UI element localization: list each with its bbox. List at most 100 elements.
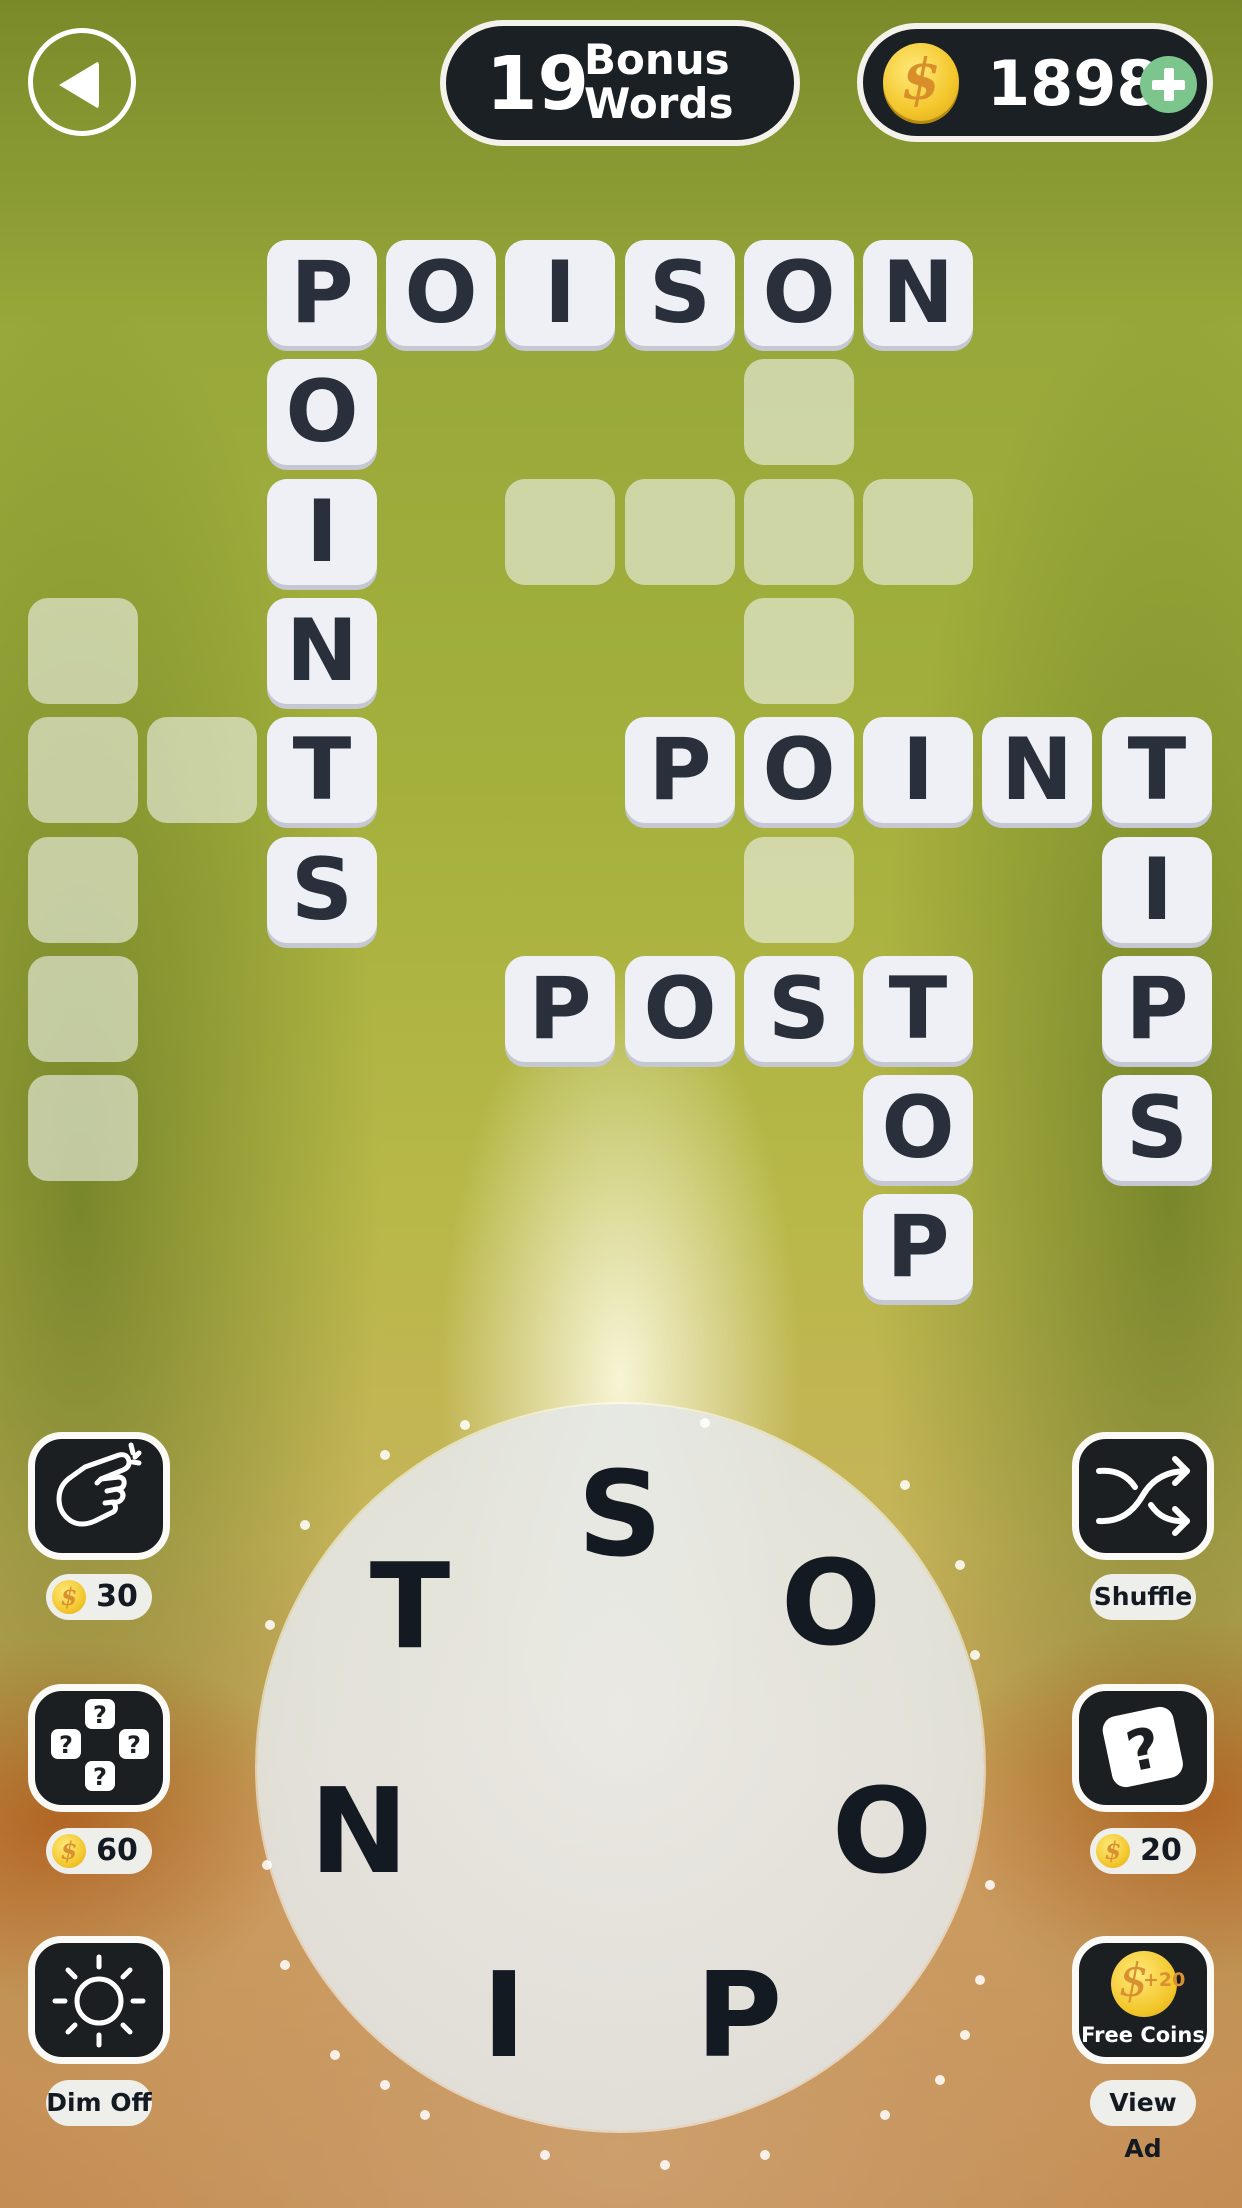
shuffle-icon bbox=[1096, 1456, 1190, 1536]
grid-tile-empty bbox=[28, 837, 138, 943]
grid-tile-letter: P bbox=[505, 956, 615, 1062]
free-coins-label: Free Coins bbox=[1081, 2023, 1205, 2047]
add-coins-button[interactable] bbox=[1140, 56, 1197, 113]
sparkle-dot bbox=[955, 1560, 965, 1570]
back-button[interactable] bbox=[28, 28, 136, 136]
sun-icon bbox=[52, 1954, 146, 2048]
wheel-letter[interactable]: O bbox=[771, 1543, 891, 1663]
reveal-letter-cost: 20 bbox=[1140, 1833, 1182, 1868]
coin-balance: $ 1898 bbox=[857, 23, 1213, 142]
reveal-letter-cost-badge: 20 bbox=[1090, 1828, 1196, 1874]
back-arrow-icon bbox=[59, 61, 99, 109]
grid-tile-letter: P bbox=[625, 717, 735, 823]
grid-tile-letter: I bbox=[863, 717, 973, 823]
grid-tile-letter: S bbox=[625, 240, 735, 346]
tap-finger-icon bbox=[56, 1442, 142, 1527]
grid-tile-letter: O bbox=[625, 956, 735, 1062]
bonus-label-line1: Bonus bbox=[584, 35, 730, 84]
grid-tile-empty bbox=[744, 359, 854, 465]
coin-value: 1898 bbox=[987, 47, 1160, 120]
wheel-letter[interactable]: T bbox=[350, 1546, 470, 1666]
hint-finger-button[interactable] bbox=[28, 1432, 170, 1560]
grid-tile-empty bbox=[744, 479, 854, 585]
grid-tile-letter: O bbox=[267, 359, 377, 465]
sparkle-dot bbox=[380, 1450, 390, 1460]
grid-tile-empty bbox=[625, 479, 735, 585]
sparkle-dot bbox=[330, 2050, 340, 2060]
grid-tile-empty bbox=[28, 717, 138, 823]
sparkle-dot bbox=[900, 1480, 910, 1490]
question-tile-icon: ? bbox=[1102, 1706, 1183, 1788]
sparkle-dot bbox=[700, 1418, 710, 1428]
grid-tile-empty bbox=[28, 956, 138, 1062]
coin-icon bbox=[52, 1580, 86, 1614]
sparkle-dot bbox=[760, 2150, 770, 2160]
svg-text:?: ? bbox=[93, 1701, 107, 1729]
wheel-letter[interactable]: I bbox=[444, 1955, 564, 2075]
grid-tile-empty bbox=[744, 837, 854, 943]
sparkle-dot bbox=[660, 2160, 670, 2170]
grid-tile-letter: S bbox=[267, 837, 377, 943]
wheel-letter[interactable]: P bbox=[679, 1955, 799, 2075]
bonus-words-count: 19 bbox=[486, 41, 589, 127]
grid-tile-letter: T bbox=[1102, 717, 1212, 823]
sparkle-dot bbox=[975, 1975, 985, 1985]
grid-tile-letter: O bbox=[386, 240, 496, 346]
grid-tile-letter: S bbox=[1102, 1075, 1212, 1181]
free-coins-button[interactable]: $ +20 Free Coins bbox=[1072, 1936, 1214, 2064]
grid-tile-letter: T bbox=[267, 717, 377, 823]
hint-finger-cost-badge: 30 bbox=[46, 1574, 152, 1620]
grid-tile-letter: I bbox=[1102, 837, 1212, 943]
bonus-words-button[interactable]: 19 Bonus Words bbox=[440, 20, 800, 146]
grid-tile-empty bbox=[147, 717, 257, 823]
coin-plus-icon: $ +20 bbox=[1111, 1951, 1185, 2017]
coin-icon bbox=[1096, 1834, 1130, 1868]
bonus-words-label: Bonus Words bbox=[584, 38, 733, 126]
grid-tile-empty bbox=[744, 598, 854, 704]
wheel-letter[interactable]: N bbox=[299, 1771, 419, 1891]
wheel-letter[interactable]: S bbox=[560, 1454, 680, 1574]
shuffle-label: Shuffle bbox=[1090, 1574, 1196, 1620]
grid-tile-empty bbox=[505, 479, 615, 585]
reveal-letter-button[interactable]: ? bbox=[1072, 1684, 1214, 1812]
svg-text:?: ? bbox=[93, 1763, 107, 1791]
grid-tile-letter: I bbox=[505, 240, 615, 346]
grid-tile-letter: P bbox=[863, 1194, 973, 1300]
sparkle-dot bbox=[280, 1960, 290, 1970]
grid-tile-letter: P bbox=[267, 240, 377, 346]
grid-tile-letter: I bbox=[267, 479, 377, 585]
grid-tile-letter: O bbox=[744, 717, 854, 823]
grid-tile-letter: O bbox=[863, 1075, 973, 1181]
grid-tile-letter: S bbox=[744, 956, 854, 1062]
grid-tile-empty bbox=[863, 479, 973, 585]
multi-reveal-button[interactable]: ? ? ? ? bbox=[28, 1684, 170, 1812]
grid-tile-letter: P bbox=[1102, 956, 1212, 1062]
grid-tile-letter: T bbox=[863, 956, 973, 1062]
svg-text:?: ? bbox=[59, 1731, 73, 1759]
grid-tile-letter: O bbox=[744, 240, 854, 346]
hint-finger-cost: 30 bbox=[96, 1579, 138, 1614]
dim-label: Dim Off bbox=[46, 2080, 152, 2126]
multi-reveal-cost: 60 bbox=[96, 1833, 138, 1868]
sparkle-dot bbox=[300, 1520, 310, 1530]
sparkle-dot bbox=[970, 1650, 980, 1660]
sparkle-dot bbox=[265, 1620, 275, 1630]
grid-tile-empty bbox=[28, 1075, 138, 1181]
letter-wheel[interactable]: SOOPINT bbox=[257, 1404, 984, 2131]
sparkle-dot bbox=[880, 2110, 890, 2120]
sparkle-dot bbox=[262, 1860, 272, 1870]
grid-tile-letter: N bbox=[863, 240, 973, 346]
sparkle-dot bbox=[380, 2080, 390, 2090]
question-cluster-icon: ? ? ? ? bbox=[51, 1699, 149, 1791]
sparkle-dot bbox=[420, 2110, 430, 2120]
free-coins-amount: +20 bbox=[1143, 1969, 1186, 1991]
svg-text:?: ? bbox=[127, 1731, 141, 1759]
dim-button[interactable] bbox=[28, 1936, 170, 2064]
multi-reveal-cost-badge: 60 bbox=[46, 1828, 152, 1874]
grid-tile-letter: N bbox=[267, 598, 377, 704]
wheel-letter[interactable]: O bbox=[822, 1771, 942, 1891]
sparkle-dot bbox=[960, 2030, 970, 2040]
grid-tile-empty bbox=[28, 598, 138, 704]
grid-tile-letter: N bbox=[982, 717, 1092, 823]
shuffle-button[interactable] bbox=[1072, 1432, 1214, 1560]
